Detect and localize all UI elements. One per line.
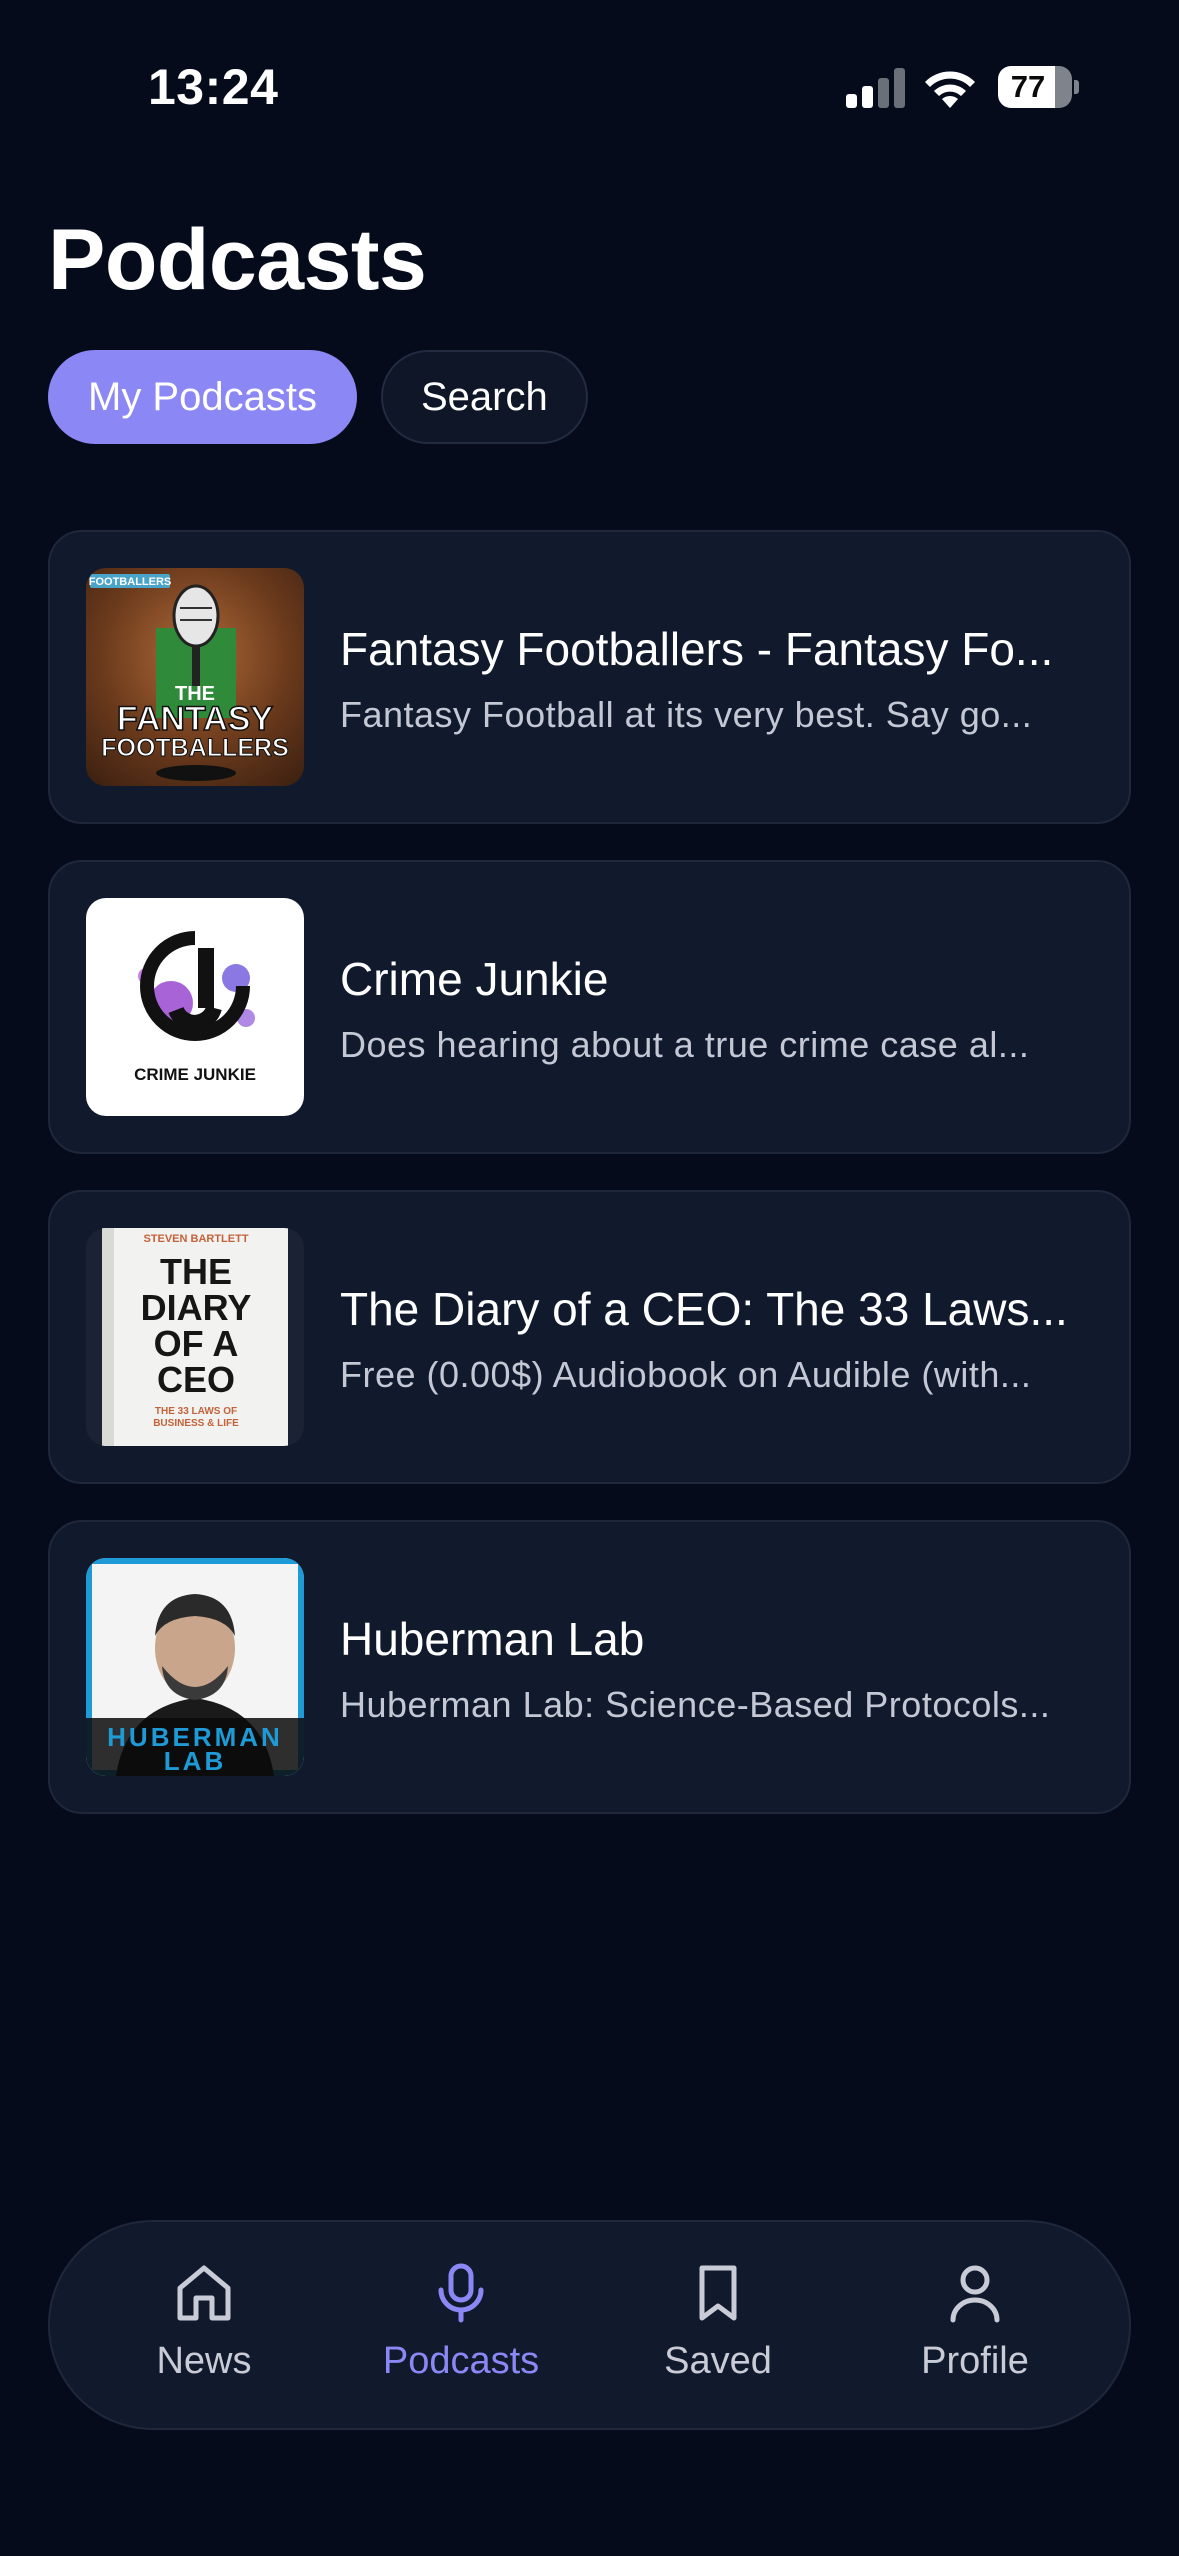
svg-text:LAB: LAB: [164, 1746, 226, 1776]
svg-text:DIARY: DIARY: [141, 1287, 252, 1328]
podcast-card-crime-junkie[interactable]: CRIME JUNKIE Crime Junkie Does hearing a…: [48, 860, 1131, 1154]
nav-profile[interactable]: Profile: [865, 2262, 1085, 2402]
svg-text:FOOTBALLERS: FOOTBALLERS: [101, 734, 289, 762]
podcast-title: Crime Junkie: [340, 953, 609, 1005]
svg-text:CEO: CEO: [157, 1359, 235, 1400]
podcast-card-fantasy-footballers[interactable]: FOOTBALLERS THE FANTASY FOOTBALLERS Fant…: [48, 530, 1131, 824]
podcast-cover-crime-junkie: CRIME JUNKIE: [86, 898, 304, 1116]
bookmark-icon: [699, 2265, 737, 2321]
podcast-card-diary-of-a-ceo[interactable]: STEVEN BARTLETT THE DIARY OF A CEO THE 3…: [48, 1190, 1131, 1484]
podcast-cover-huberman-lab: HUBERMAN LAB: [86, 1558, 304, 1776]
podcast-title: Huberman Lab: [340, 1613, 645, 1665]
segment-control: My Podcasts Search: [48, 350, 588, 446]
tab-my-podcasts[interactable]: My Podcasts: [48, 350, 357, 444]
person-icon: [950, 2265, 1000, 2323]
podcast-cover-fantasy-footballers: FOOTBALLERS THE FANTASY FOOTBALLERS: [86, 568, 304, 786]
podcast-description: Fantasy Football at its very best. Say g…: [340, 694, 1033, 735]
page-title: Podcasts: [48, 212, 427, 308]
podcast-description: Does hearing about a true crime case al.…: [340, 1024, 1030, 1065]
svg-text:STEVEN BARTLETT: STEVEN BARTLETT: [143, 1233, 248, 1245]
svg-text:OF A: OF A: [154, 1323, 239, 1364]
svg-text:FANTASY: FANTASY: [117, 700, 273, 738]
svg-text:THE: THE: [160, 1251, 232, 1292]
podcast-title: Fantasy Footballers - Fantasy Fo...: [340, 623, 1054, 675]
wifi-icon: [925, 71, 975, 108]
cover-text: FOOTBALLERS: [89, 576, 172, 588]
svg-text:THE 33 LAWS OF: THE 33 LAWS OF: [155, 1406, 237, 1417]
svg-text:BUSINESS & LIFE: BUSINESS & LIFE: [153, 1418, 239, 1429]
status-time: 13:24: [148, 59, 279, 115]
svg-text:CRIME JUNKIE: CRIME JUNKIE: [134, 1065, 256, 1084]
podcast-title: The Diary of a CEO: The 33 Laws...: [340, 1283, 1068, 1335]
nav-label: News: [156, 2340, 252, 2382]
battery-level: 77: [1010, 69, 1046, 104]
podcast-description: Free (0.00$) Audiobook on Audible (with.…: [340, 1354, 1032, 1395]
status-bar: 13:24 77: [0, 0, 1179, 170]
bottom-navigation: News Podcasts Saved Profile: [48, 2220, 1131, 2430]
nav-label: Podcasts: [382, 2340, 540, 2382]
podcast-card-huberman-lab[interactable]: HUBERMAN LAB Huberman Lab Huberman Lab: …: [48, 1520, 1131, 1814]
podcast-cover-diary-of-a-ceo: STEVEN BARTLETT THE DIARY OF A CEO THE 3…: [86, 1228, 304, 1446]
microphone-icon: [438, 2263, 484, 2323]
cellular-signal-icon: [846, 68, 906, 108]
nav-news[interactable]: News: [94, 2262, 314, 2402]
nav-label: Profile: [921, 2340, 1029, 2382]
tab-search[interactable]: Search: [380, 350, 588, 444]
battery-icon: 77: [998, 66, 1079, 108]
podcast-description: Huberman Lab: Science-Based Protocols...: [340, 1684, 1051, 1725]
home-icon: [177, 2265, 231, 2321]
nav-podcasts[interactable]: Podcasts: [351, 2262, 571, 2402]
nav-saved[interactable]: Saved: [608, 2262, 828, 2402]
nav-label: Saved: [664, 2340, 772, 2382]
